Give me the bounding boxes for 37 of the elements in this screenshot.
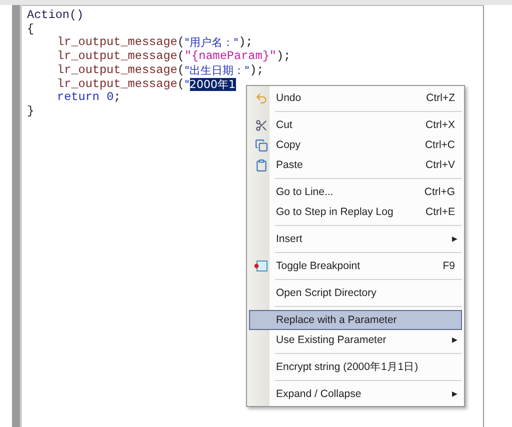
menu-item[interactable]: Go to Step in Replay Log Ctrl+E — [249, 202, 462, 222]
code-token: } — [27, 104, 34, 119]
code-token: ); — [238, 36, 253, 50]
code-token: lr_output_message — [57, 64, 178, 78]
code-token: "{nameParam}" — [184, 50, 276, 64]
code-token: 0 — [106, 91, 114, 105]
breakpoint-icon — [254, 260, 268, 272]
menu-item[interactable]: Replace with a Parameter — [249, 310, 462, 330]
code-token: lr_output_message — [57, 36, 178, 50]
code-token: return — [57, 91, 100, 105]
code-token: ( — [177, 36, 184, 50]
code-token: ( — [177, 78, 184, 92]
code-token: ); — [276, 50, 291, 64]
copy-icon — [254, 138, 268, 152]
code-token: Action() — [27, 9, 84, 23]
code-token: "出生日期：" — [184, 64, 250, 78]
scissors-icon — [254, 118, 268, 132]
menu-item[interactable]: Cut Ctrl+X — [249, 115, 462, 135]
menu-item[interactable]: Copy Ctrl+C — [249, 135, 462, 155]
code-token: ; — [114, 91, 121, 105]
code-token: { — [27, 22, 34, 36]
code-token: ( — [177, 64, 184, 78]
code-token: ( — [177, 50, 184, 64]
code-token: lr_output_message — [57, 78, 178, 92]
undo-icon — [254, 92, 268, 104]
clipboard-icon — [254, 158, 268, 172]
menu-item[interactable]: Encrypt string (2000年1月1日) — [249, 357, 462, 377]
code-token: "用户名：" — [184, 36, 239, 50]
code-token: " — [184, 78, 190, 92]
menu-item[interactable]: Undo Ctrl+Z — [249, 88, 462, 108]
menu-item[interactable]: Paste Ctrl+V — [249, 155, 462, 175]
selected-text: 2000年1 — [190, 78, 236, 92]
menu-item[interactable]: Open Script Directory — [249, 283, 462, 303]
menu-item[interactable]: Go to Line... Ctrl+G — [249, 182, 462, 202]
code-token: ); — [250, 64, 264, 78]
menu-item[interactable]: Toggle Breakpoint F9 — [249, 256, 462, 276]
code-token: lr_output_message — [57, 50, 178, 64]
